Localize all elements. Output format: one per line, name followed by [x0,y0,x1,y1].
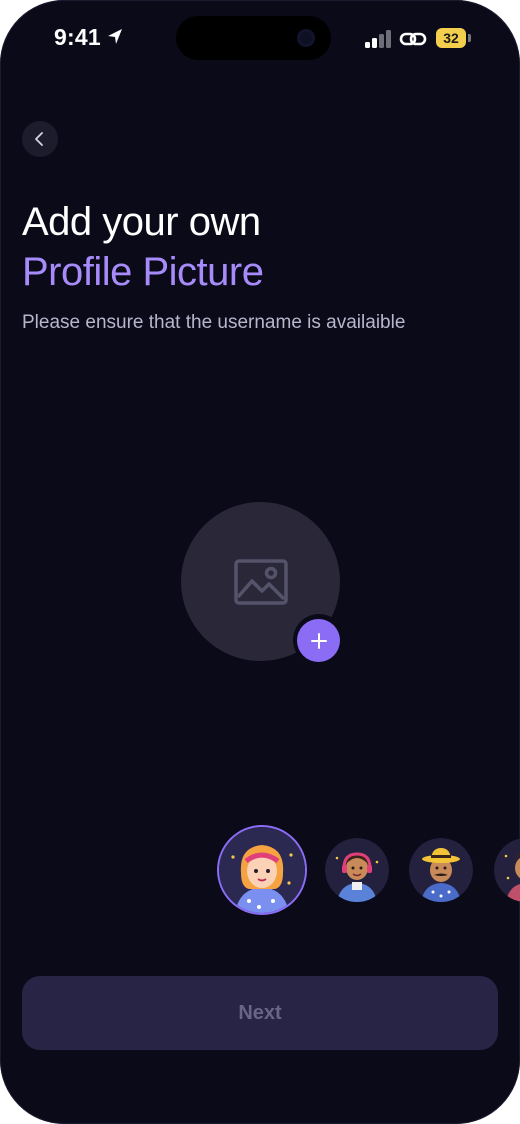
camera-icon [297,29,315,47]
location-arrow-icon [108,29,122,44]
avatar-option-3[interactable] [409,838,473,902]
status-bar: 9:41 32 [0,0,520,80]
avatar-partial-illustration [494,838,520,902]
avatar-option-4[interactable] [494,838,520,902]
dynamic-island [176,16,331,60]
battery-nub [468,34,471,42]
chevron-left-icon [35,132,43,146]
signal-icon [365,30,391,48]
avatar-option-2[interactable] [325,838,389,902]
status-time: 9:41 [54,24,101,50]
page-title-line1: Add your own [22,200,261,244]
avatar-girl-illustration [219,827,305,913]
avatar-boy-headphones-illustration [325,838,389,902]
next-button[interactable]: Next [22,976,498,1050]
page-title-line2: Profile Picture [22,250,264,294]
battery-level: 32 [443,30,459,46]
plus-icon [310,632,327,649]
link-icon [399,32,427,46]
add-photo-button[interactable] [297,619,340,662]
image-icon [233,558,288,605]
page-subtitle: Please ensure that the username is avail… [22,312,406,333]
avatar-option-1[interactable] [219,827,305,913]
back-button[interactable] [22,121,58,157]
avatar-man-hat-illustration [409,838,473,902]
battery-icon: 32 [436,28,466,48]
phone-screen: 9:41 32 Add your own Profile Picture Ple… [0,0,520,1124]
